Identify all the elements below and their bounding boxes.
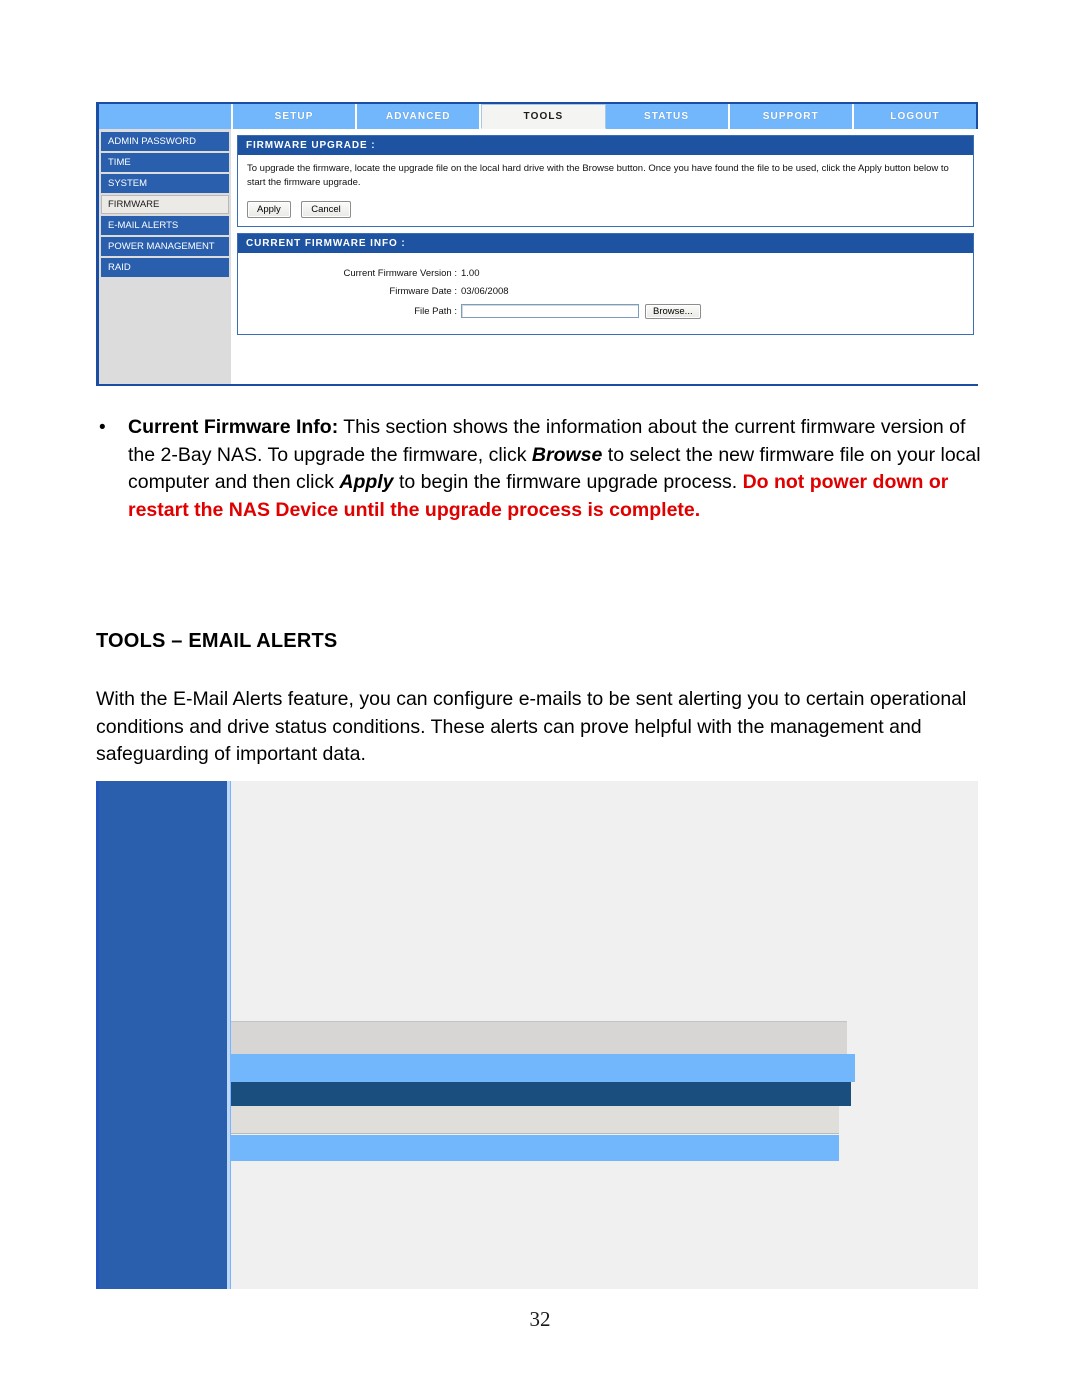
email-alerts-row-blue-2 (231, 1135, 839, 1161)
sidebar-item-raid[interactable]: RAID (101, 258, 229, 277)
sidebar-item-admin-password[interactable]: ADMIN PASSWORD (101, 132, 229, 151)
firmware-date-label: Firmware Date : (389, 285, 457, 297)
tab-advanced[interactable]: ADVANCED (357, 104, 482, 129)
email-alerts-content-area (231, 781, 977, 1289)
tab-tools[interactable]: TOOLS (481, 104, 606, 129)
current-firmware-version-value: 1.00 (461, 267, 480, 279)
tab-support[interactable]: SUPPORT (729, 104, 854, 129)
cancel-button[interactable]: Cancel (301, 200, 351, 218)
content-area: FIRMWARE UPGRADE : To upgrade the firmwa… (233, 129, 978, 384)
sidebar-item-power-management[interactable]: POWER MANAGEMENT (101, 237, 229, 256)
sidebar-item-system[interactable]: SYSTEM (101, 174, 229, 193)
email-alerts-row-blue-1 (231, 1054, 855, 1082)
bullet-lead-label: Current Firmware Info: (128, 416, 339, 438)
manual-page: SETUP ADVANCED TOOLS STATUS SUPPORT LOGO… (0, 0, 1080, 1397)
tab-setup[interactable]: SETUP (233, 104, 358, 129)
firmware-date-value: 03/06/2008 (461, 285, 509, 297)
bullet-text-3: to begin the firmware upgrade process. (393, 471, 743, 494)
brand-logo-area (99, 104, 233, 129)
panel-current-firmware-info: CURRENT FIRMWARE INFO : Current Firmware… (237, 232, 974, 335)
file-path-label: File Path : (414, 305, 457, 317)
page-title: TOOLS – EMAIL ALERTS (96, 630, 338, 652)
bullet-current-firmware-info: • Current Firmware Info: This section sh… (99, 414, 984, 525)
firmware-screenshot: SETUP ADVANCED TOOLS STATUS SUPPORT LOGO… (96, 102, 979, 386)
firmware-upgrade-description: To upgrade the firmware, locate the upgr… (247, 163, 949, 188)
tab-logout[interactable]: LOGOUT (853, 104, 979, 129)
apply-button[interactable]: Apply (247, 200, 291, 218)
firmware-upgrade-button-row: Apply Cancel (247, 199, 964, 218)
sidebar-item-firmware[interactable]: FIRMWARE (101, 195, 229, 214)
browse-button[interactable]: Browse... (645, 303, 701, 319)
sidebar-menu: ADMIN PASSWORD TIME SYSTEM FIRMWARE E-MA… (99, 129, 233, 384)
panel-firmware-upgrade-title: FIRMWARE UPGRADE : (238, 136, 973, 155)
email-alerts-row-grey-1 (231, 1021, 847, 1054)
top-navigation-bar: SETUP ADVANCED TOOLS STATUS SUPPORT LOGO… (96, 102, 979, 129)
bullet-marker-icon: • (99, 417, 106, 438)
row-file-path: File Path : Browse... (247, 303, 964, 319)
section-intro-paragraph: With the E-Mail Alerts feature, you can … (96, 688, 967, 766)
emph-browse: Browse (531, 443, 603, 466)
firmware-info-table: Current Firmware Version : 1.00 Firmware… (247, 268, 964, 319)
row-firmware-date: Firmware Date : 03/06/2008 (247, 286, 964, 297)
panel-firmware-upgrade: FIRMWARE UPGRADE : To upgrade the firmwa… (237, 135, 974, 227)
current-firmware-version-label: Current Firmware Version : (343, 267, 457, 279)
email-alerts-screenshot (96, 781, 978, 1289)
nav-tab-list: SETUP ADVANCED TOOLS STATUS SUPPORT LOGO… (233, 104, 979, 129)
page-number: 32 (529, 1307, 551, 1331)
panel-current-firmware-info-title: CURRENT FIRMWARE INFO : (238, 233, 973, 253)
file-path-input[interactable] (461, 304, 639, 319)
row-current-firmware-version: Current Firmware Version : 1.00 (247, 268, 964, 279)
sidebar-item-email-alerts[interactable]: E-MAIL ALERTS (101, 216, 229, 235)
emph-apply: Apply (339, 471, 394, 494)
email-alerts-row-grey-2 (231, 1106, 839, 1134)
email-alerts-sidebar (99, 781, 231, 1289)
sidebar-item-time[interactable]: TIME (101, 153, 229, 172)
email-alerts-row-navy (231, 1082, 851, 1106)
tab-status[interactable]: STATUS (605, 104, 730, 129)
